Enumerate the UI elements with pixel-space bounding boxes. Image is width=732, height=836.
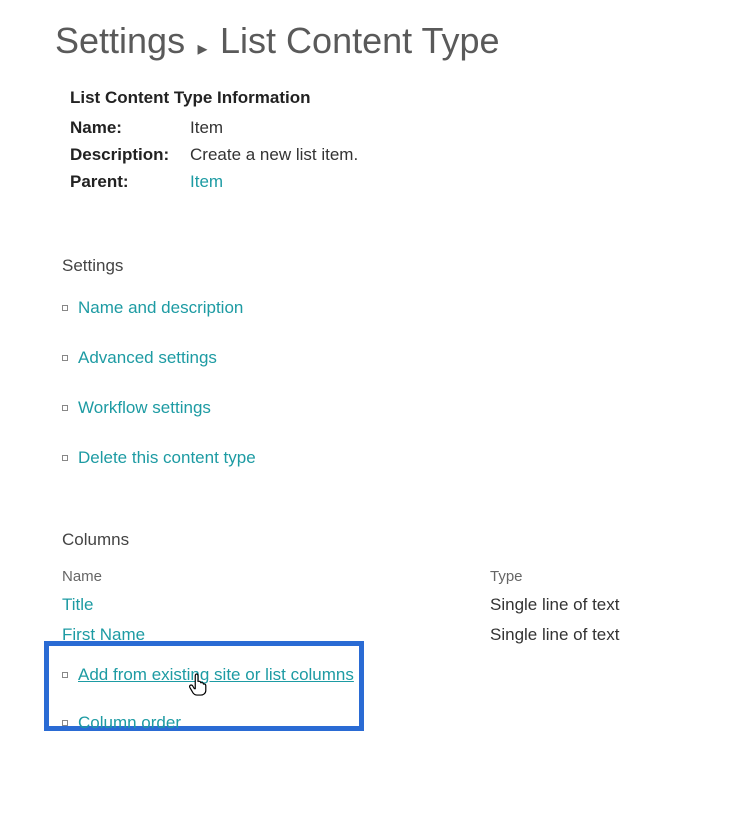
columns-heading: Columns — [62, 530, 732, 550]
settings-list: Name and description Advanced settings W… — [62, 298, 732, 468]
info-name-label: Name: — [70, 114, 190, 141]
column-name-firstname[interactable]: First Name — [62, 625, 490, 645]
breadcrumb-settings-link[interactable]: Settings — [55, 20, 185, 61]
bullet-icon — [62, 405, 68, 411]
info-row-parent: Parent: Item — [70, 168, 732, 195]
settings-link-name-description[interactable]: Name and description — [78, 298, 243, 318]
page-title: List Content Type — [220, 20, 500, 61]
column-order-link[interactable]: Column order — [78, 713, 181, 733]
info-name-value: Item — [190, 114, 223, 141]
info-row-name: Name: Item — [70, 114, 732, 141]
settings-item-workflow[interactable]: Workflow settings — [62, 398, 732, 418]
columns-table: Name Type Title Single line of text Firs… — [62, 568, 702, 645]
info-parent-link[interactable]: Item — [190, 168, 223, 195]
info-heading: List Content Type Information — [70, 88, 732, 108]
settings-item-name-description[interactable]: Name and description — [62, 298, 732, 318]
bullet-icon — [62, 355, 68, 361]
bullet-icon — [62, 305, 68, 311]
bullet-icon — [62, 672, 68, 678]
settings-link-workflow[interactable]: Workflow settings — [78, 398, 211, 418]
columns-header-type: Type — [490, 568, 690, 585]
info-description-value: Create a new list item. — [190, 141, 358, 168]
column-type-value: Single line of text — [490, 595, 690, 615]
columns-header-name: Name — [62, 568, 490, 585]
breadcrumb: Settings ▸ List Content Type — [0, 20, 732, 80]
bullet-icon — [62, 720, 68, 726]
info-description-label: Description: — [70, 141, 190, 168]
columns-section: Columns Name Type Title Single line of t… — [0, 530, 732, 733]
breadcrumb-separator-icon: ▸ — [190, 36, 216, 61]
info-parent-label: Parent: — [70, 168, 190, 195]
settings-item-delete[interactable]: Delete this content type — [62, 448, 732, 468]
add-existing-columns-link[interactable]: Add from existing site or list columns — [78, 665, 354, 685]
settings-section: Settings Name and description Advanced s… — [0, 256, 732, 468]
bullet-icon — [62, 455, 68, 461]
column-name-title[interactable]: Title — [62, 595, 490, 615]
column-actions-list: Add from existing site or list columns C… — [62, 665, 732, 733]
settings-item-advanced[interactable]: Advanced settings — [62, 348, 732, 368]
table-row: Title Single line of text — [62, 595, 702, 615]
column-type-value: Single line of text — [490, 625, 690, 645]
settings-heading: Settings — [62, 256, 732, 276]
settings-link-delete[interactable]: Delete this content type — [78, 448, 256, 468]
content-type-info: List Content Type Information Name: Item… — [0, 88, 732, 196]
info-row-description: Description: Create a new list item. — [70, 141, 732, 168]
table-row: First Name Single line of text — [62, 625, 702, 645]
column-action-add-existing[interactable]: Add from existing site or list columns — [62, 665, 732, 685]
columns-header-row: Name Type — [62, 568, 702, 585]
column-action-order[interactable]: Column order — [62, 713, 732, 733]
settings-link-advanced[interactable]: Advanced settings — [78, 348, 217, 368]
